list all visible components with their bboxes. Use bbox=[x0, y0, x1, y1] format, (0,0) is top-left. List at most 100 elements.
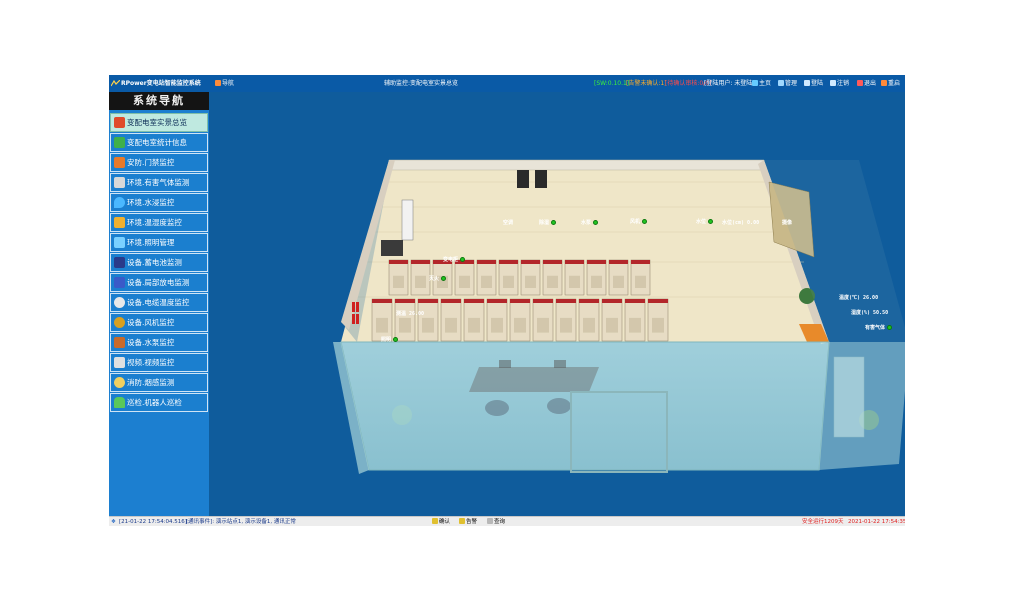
sensor-label-aircon[interactable]: 空调 bbox=[503, 219, 513, 226]
cabinet-top-strip bbox=[477, 260, 496, 264]
sidebar-item-pump[interactable]: 设备.水泵监控 bbox=[110, 333, 208, 352]
cabinet-panel bbox=[468, 317, 480, 333]
sensor-label-camera[interactable]: 摄像 bbox=[782, 219, 792, 226]
sensor-label-fire-suppression[interactable]: 灭火 bbox=[429, 275, 447, 282]
cabinet-top-strip bbox=[565, 260, 584, 264]
sensor-label-temp-probe[interactable]: 测温 26.00 bbox=[396, 310, 424, 317]
sidebar-item-cable-temperature[interactable]: 设备.电缆温度监控 bbox=[110, 293, 208, 312]
sidebar-item-smoke-detection[interactable]: 消防.烟感监测 bbox=[110, 373, 208, 392]
robot-icon bbox=[114, 397, 125, 408]
status-dot bbox=[441, 276, 447, 281]
sensor-label-lighting[interactable]: 照明 bbox=[381, 336, 399, 343]
login-button[interactable]: 登陆 bbox=[804, 80, 823, 87]
sensor-label-fan[interactable]: 风机 bbox=[630, 218, 648, 225]
substation-icon bbox=[114, 117, 125, 128]
standing-ac bbox=[401, 199, 414, 241]
sensor-label-harmful-gas[interactable]: 有害气体 bbox=[865, 324, 893, 331]
unconfirmed-alarm-count[interactable]: [告警未确认:1] bbox=[626, 80, 667, 87]
sidebar-item-robot-patrol[interactable]: 巡检.机器人巡检 bbox=[110, 393, 208, 412]
sidebar-item-lighting[interactable]: 环境.照明管理 bbox=[110, 233, 208, 252]
status-dot bbox=[460, 257, 466, 262]
sensor-label-pump[interactable]: 水泵 bbox=[581, 219, 599, 226]
cabinet-top-strip bbox=[487, 299, 507, 303]
exit-button[interactable]: 退出 bbox=[857, 80, 876, 87]
sidebar-item-battery[interactable]: 设备.蓄电池监测 bbox=[110, 253, 208, 272]
exit-icon bbox=[857, 80, 863, 86]
sidebar-item-statistics[interactable]: 变配电室统计信息 bbox=[110, 133, 208, 152]
cabinet-top-strip bbox=[533, 299, 553, 303]
sidebar-item-harmful-gas[interactable]: 环境.有害气体监测 bbox=[110, 173, 208, 192]
cabinet-top-strip bbox=[625, 299, 645, 303]
query-icon bbox=[487, 518, 493, 524]
battery-rack bbox=[381, 240, 403, 256]
cabinet-top-strip bbox=[587, 260, 606, 264]
sidebar-item-video[interactable]: 视频.视频监控 bbox=[110, 353, 208, 372]
cabinet-top-strip bbox=[395, 299, 415, 303]
query-button[interactable]: 查询 bbox=[487, 517, 505, 526]
alarm-button[interactable]: 告警 bbox=[459, 517, 477, 526]
door-access-icon bbox=[114, 157, 125, 168]
sensor-label-water-level[interactable]: 水位 bbox=[696, 218, 714, 225]
cabinet-panel bbox=[445, 317, 457, 333]
wall-ac-unit-1 bbox=[517, 170, 529, 188]
sensor-label-water-level-cm[interactable]: 水位(cm) 0.00 bbox=[722, 219, 759, 226]
desk bbox=[469, 367, 599, 392]
app-title: RPower变电站智能监控系统 bbox=[121, 80, 201, 87]
sidebar-item-fan[interactable]: 设备.风机监控 bbox=[110, 313, 208, 332]
water-drop-icon bbox=[114, 197, 125, 208]
cabinet-panel bbox=[629, 317, 641, 333]
chair-1 bbox=[485, 400, 509, 416]
sidebar-item-temp-humidity[interactable]: 环境.温湿度监控 bbox=[110, 213, 208, 232]
sidebar: 系统导航 变配电室实景总览 变配电室统计信息 安防.门禁监控 环境.有害气体监测… bbox=[109, 92, 209, 517]
cabinet-panel bbox=[481, 275, 492, 288]
sensor-label-dehumidifier[interactable]: 除湿 bbox=[539, 219, 557, 226]
system-clock: 2021-01-22 17:54:35 bbox=[848, 519, 905, 525]
manage-icon bbox=[778, 80, 784, 86]
restart-icon bbox=[881, 80, 887, 86]
fan-icon bbox=[114, 317, 125, 328]
back-wall bbox=[388, 159, 765, 171]
cabinet-top-strip bbox=[648, 299, 668, 303]
logout-button[interactable]: 注销 bbox=[830, 80, 849, 87]
cabinet-top-strip bbox=[441, 299, 461, 303]
front-glass-wall bbox=[340, 341, 830, 471]
sensor-label-humidity[interactable]: 湿度(%) 50.50 bbox=[851, 309, 888, 316]
manage-button[interactable]: 管理 bbox=[778, 80, 797, 87]
statistics-icon bbox=[114, 137, 125, 148]
status-dot bbox=[593, 220, 599, 225]
wall-ac-unit-2 bbox=[535, 170, 547, 188]
battery-icon bbox=[114, 257, 125, 268]
alarm-icon bbox=[459, 518, 465, 524]
cabinet-top-strip bbox=[510, 299, 530, 303]
sensor-label-temperature[interactable]: 温度(℃) 26.00 bbox=[839, 294, 878, 301]
login-user: [登陆用户: 未登陆] bbox=[704, 80, 755, 87]
sensor-label-transformer[interactable]: 变电柜 bbox=[443, 256, 466, 263]
status-dot bbox=[393, 337, 399, 342]
sidebar-item-door-access[interactable]: 安防.门禁监控 bbox=[110, 153, 208, 172]
home-icon bbox=[752, 80, 758, 86]
cabinet-top-strip bbox=[521, 260, 540, 264]
status-dot bbox=[708, 219, 714, 224]
status-dot bbox=[642, 219, 648, 224]
cabinet-panel bbox=[525, 275, 536, 288]
windows-icon: ❖ bbox=[111, 519, 116, 525]
cabinet-panel bbox=[569, 275, 580, 288]
home-button[interactable]: 主页 bbox=[752, 80, 771, 87]
software-version: [SW:0.10.1] bbox=[594, 80, 630, 87]
cabinet-top-strip bbox=[464, 299, 484, 303]
cabinet-panel bbox=[547, 275, 558, 288]
cabinet-panel bbox=[415, 275, 426, 288]
confirm-button[interactable]: 确认 bbox=[432, 517, 450, 526]
nav-toggle-button[interactable]: 导航 bbox=[215, 80, 234, 87]
sidebar-item-partial-discharge[interactable]: 设备.局部放电监测 bbox=[110, 273, 208, 292]
monitor-2 bbox=[554, 360, 566, 368]
thermometer-icon bbox=[114, 217, 125, 228]
sidebar-item-water-leak[interactable]: 环境.水浸监控 bbox=[110, 193, 208, 212]
restart-button[interactable]: 重启 bbox=[881, 80, 900, 87]
cabinet-panel bbox=[376, 317, 388, 333]
cabinet-top-strip bbox=[418, 299, 438, 303]
cabinet-top-strip bbox=[631, 260, 650, 264]
cabinet-top-strip bbox=[499, 260, 518, 264]
smoke-detector-icon bbox=[114, 377, 125, 388]
sidebar-item-substation-overview[interactable]: 变配电室实景总览 bbox=[110, 113, 208, 132]
